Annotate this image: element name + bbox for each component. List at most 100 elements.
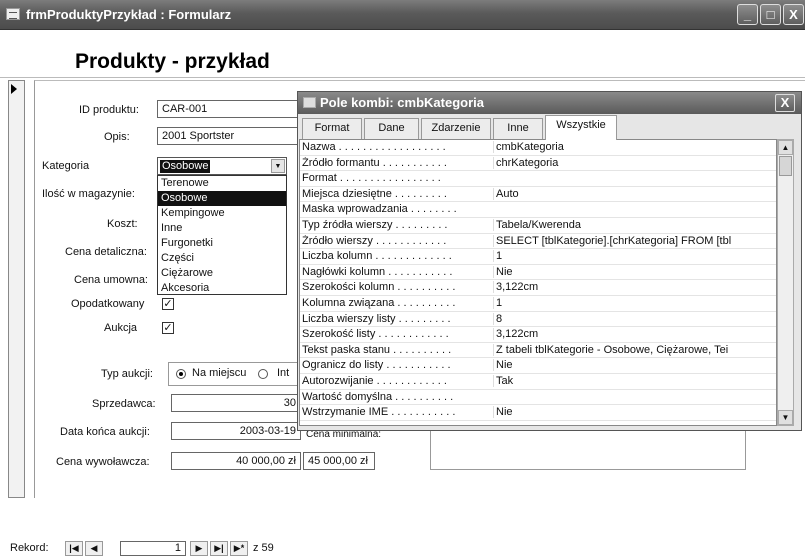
property-name: Ogranicz do listy . . . . . . . . . . .: [302, 359, 451, 372]
property-name: Nagłówki kolumn . . . . . . . . . . .: [302, 265, 453, 278]
property-value[interactable]: Z tabeli tblKategorie - Osobowe, Ciężaro…: [493, 343, 776, 356]
data-konca-field[interactable]: 2003-03-19: [171, 422, 301, 440]
tab-inne[interactable]: Inne: [493, 118, 543, 139]
property-value[interactable]: 1: [493, 296, 776, 309]
property-value[interactable]: Tak: [493, 374, 776, 387]
property-name: Tekst paska stanu . . . . . . . . . .: [302, 343, 452, 356]
cena-wywolawcza-field[interactable]: 40 000,00 zł: [171, 452, 301, 470]
dropdown-item[interactable]: Terenowe: [158, 176, 286, 191]
property-value[interactable]: cmbKategoria: [493, 141, 776, 153]
record-number-field[interactable]: 1: [120, 541, 186, 556]
property-row[interactable]: Liczba kolumn . . . . . . . . . . . . . 1: [300, 249, 776, 265]
tab-dane[interactable]: Dane: [364, 118, 419, 139]
form-title: Produkty - przykład: [75, 50, 270, 73]
property-row[interactable]: Wstrzymanie IME . . . . . . . . . . . Nie: [300, 405, 776, 421]
property-value[interactable]: 1: [493, 250, 776, 263]
dropdown-item[interactable]: Ciężarowe: [158, 266, 286, 281]
property-sheet-close-button[interactable]: X: [775, 94, 795, 112]
property-value[interactable]: SELECT [tblKategorie].[chrKategoria] FRO…: [493, 234, 776, 247]
tab-wszystkie[interactable]: Wszystkie: [545, 115, 617, 140]
property-value[interactable]: chrKategoria: [493, 156, 776, 169]
na-miejscu-radio[interactable]: [176, 369, 186, 379]
property-row[interactable]: Autorozwijanie . . . . . . . . . . . . Ta…: [300, 374, 776, 390]
koszt-label: Koszt:: [107, 218, 138, 230]
na-miejscu-label: Na miejscu: [192, 367, 247, 379]
scroll-thumb[interactable]: [779, 156, 792, 176]
property-row[interactable]: Wartość domyślna . . . . . . . . . .: [300, 390, 776, 406]
internet-label: Int: [277, 367, 290, 379]
property-scrollbar[interactable]: [777, 139, 794, 426]
property-value[interactable]: Nie: [493, 265, 776, 278]
data-konca-label: Data końca aukcji:: [60, 426, 150, 438]
kategoria-combo[interactable]: Osobowe ▼: [157, 157, 287, 175]
property-name: Maska wprowadzania . . . . . . . .: [302, 203, 457, 216]
new-record-button[interactable]: ▶*: [230, 541, 248, 556]
property-name: Liczba kolumn . . . . . . . . . . . . .: [302, 250, 452, 263]
id-label: ID produktu:: [79, 104, 139, 116]
property-name: Szerokość listy . . . . . . . . . . . .: [302, 328, 449, 341]
tab-zdarzenie[interactable]: Zdarzenie: [421, 118, 491, 139]
close-button[interactable]: X: [783, 4, 804, 25]
property-row[interactable]: Nazwa . . . . . . . . . . . . . . . . . …: [300, 140, 776, 156]
property-name: Kolumna związana . . . . . . . . . .: [302, 296, 456, 309]
property-name: Typ źródła wierszy . . . . . . . . .: [302, 218, 448, 231]
property-row[interactable]: Miejsca dziesiętne . . . . . . . . . Auto: [300, 187, 776, 203]
cena-minimalna-field[interactable]: 45 000,00 zł: [303, 452, 375, 470]
property-value[interactable]: Nie: [493, 406, 776, 419]
aukcja-checkbox[interactable]: ✓: [162, 322, 174, 334]
property-row[interactable]: Źródło formantu . . . . . . . . . . . chr…: [300, 156, 776, 172]
minimize-button[interactable]: _: [737, 4, 758, 25]
window-title: frmProduktyPrzykład : Formularz: [26, 7, 232, 22]
property-value[interactable]: 3,122cm: [493, 328, 776, 341]
property-sheet-title[interactable]: Pole kombi: cmbKategoria: [298, 92, 801, 114]
dropdown-item[interactable]: Części: [158, 251, 286, 266]
property-name: Szerokości kolumn . . . . . . . . . .: [302, 281, 456, 294]
property-row[interactable]: Maska wprowadzania . . . . . . . .: [300, 202, 776, 218]
property-row[interactable]: Ogranicz do listy . . . . . . . . . . . N…: [300, 358, 776, 374]
combo-dropdown-button[interactable]: ▼: [271, 159, 285, 173]
dropdown-item[interactable]: Osobowe: [158, 191, 286, 206]
property-row[interactable]: Nagłówki kolumn . . . . . . . . . . . Nie: [300, 265, 776, 281]
current-record-arrow-icon: [11, 84, 17, 94]
opis-field[interactable]: 2001 Sportster: [157, 127, 302, 145]
property-row[interactable]: Szerokości kolumn . . . . . . . . . . 3,1…: [300, 280, 776, 296]
property-row[interactable]: Szerokość listy . . . . . . . . . . . . 3…: [300, 327, 776, 343]
property-row[interactable]: Tekst paska stanu . . . . . . . . . . Z t…: [300, 343, 776, 359]
property-row[interactable]: Format . . . . . . . . . . . . . . . . .: [300, 171, 776, 187]
property-name: Źródło formantu . . . . . . . . . . .: [302, 156, 447, 169]
next-record-button[interactable]: ▶: [190, 541, 208, 556]
scroll-down-icon[interactable]: ▼: [778, 410, 793, 425]
first-record-button[interactable]: |◀: [65, 541, 83, 556]
property-row[interactable]: Źródło wierszy . . . . . . . . . . . . SE…: [300, 234, 776, 250]
property-value[interactable]: 3,122cm: [493, 281, 776, 294]
dropdown-item[interactable]: Inne: [158, 221, 286, 236]
property-row[interactable]: Typ źródła wierszy . . . . . . . . . Tabe…: [300, 218, 776, 234]
maximize-button[interactable]: □: [760, 4, 781, 25]
dropdown-item[interactable]: Kempingowe: [158, 206, 286, 221]
property-name: Źródło wierszy . . . . . . . . . . . .: [302, 234, 447, 247]
dropdown-item[interactable]: Akcesoria: [158, 281, 286, 296]
tab-format[interactable]: Format: [302, 118, 362, 139]
dropdown-item[interactable]: Furgonetki: [158, 236, 286, 251]
sprzedawca-field[interactable]: 30: [171, 394, 301, 412]
property-row[interactable]: Kolumna związana . . . . . . . . . . 1: [300, 296, 776, 312]
record-count: z 59: [253, 542, 274, 554]
rekord-label: Rekord:: [10, 542, 49, 554]
kategoria-dropdown-list[interactable]: Terenowe Osobowe Kempingowe Inne Furgonetki C…: [157, 175, 287, 295]
prev-record-button[interactable]: ◀: [85, 541, 103, 556]
internet-radio[interactable]: [258, 369, 268, 379]
property-value[interactable]: 8: [493, 312, 776, 325]
opodatkowany-checkbox[interactable]: ✓: [162, 298, 174, 310]
record-selector[interactable]: [8, 80, 25, 498]
property-value[interactable]: Tabela/Kwerenda: [493, 218, 776, 231]
property-row[interactable]: Liczba wierszy listy . . . . . . . . . 8: [300, 312, 776, 328]
scroll-up-icon[interactable]: ▲: [778, 140, 793, 155]
kategoria-value: Osobowe: [160, 160, 211, 173]
property-name: Liczba wierszy listy . . . . . . . . .: [302, 312, 451, 325]
property-name: Wstrzymanie IME . . . . . . . . . . .: [302, 406, 456, 419]
property-name: Wartość domyślna . . . . . . . . . .: [302, 390, 454, 403]
property-value[interactable]: Nie: [493, 359, 776, 372]
property-value[interactable]: Auto: [493, 187, 776, 200]
last-record-button[interactable]: ▶|: [210, 541, 228, 556]
id-field[interactable]: CAR-001: [157, 100, 302, 118]
